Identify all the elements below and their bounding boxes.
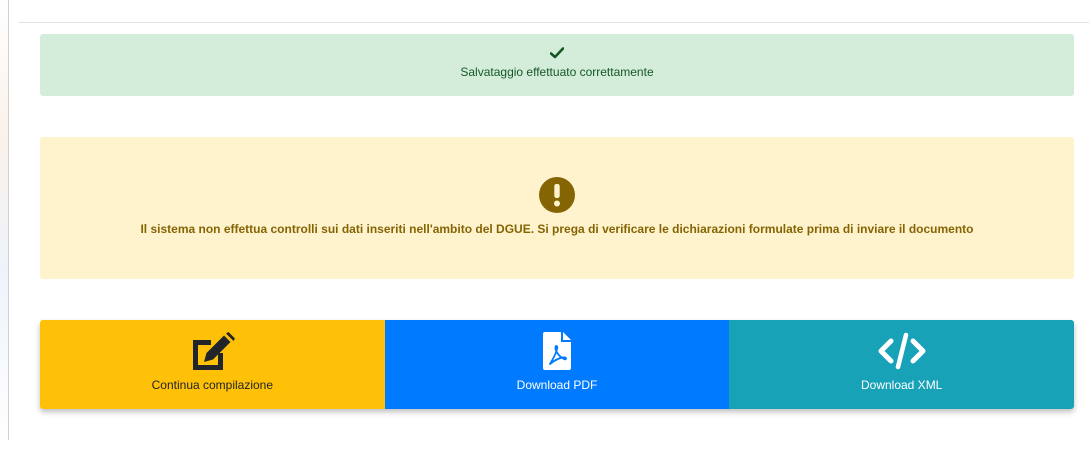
- download-xml-label: Download XML: [860, 378, 943, 392]
- continue-compilation-label: Continua compilazione: [151, 378, 274, 392]
- success-alert: Salvataggio effettuato correttamente: [40, 34, 1074, 96]
- left-border: [8, 0, 9, 440]
- left-watermark: [0, 0, 8, 449]
- warning-message: Il sistema non effettua controlli sui da…: [140, 222, 974, 236]
- download-xml-button[interactable]: Download XML: [729, 320, 1074, 409]
- download-pdf-label: Download PDF: [516, 378, 598, 392]
- download-pdf-button[interactable]: Download PDF: [384, 320, 730, 409]
- exclamation-circle-icon: [539, 177, 575, 213]
- file-pdf-icon: [543, 332, 571, 370]
- continue-compilation-button[interactable]: Continua compilazione: [40, 320, 385, 409]
- code-icon: [877, 332, 927, 370]
- edit-icon: [189, 332, 236, 370]
- warning-alert: Il sistema non effettua controlli sui da…: [40, 137, 1074, 279]
- success-message: Salvataggio effettuato correttamente: [460, 65, 654, 79]
- check-icon: [550, 47, 564, 59]
- action-bar: Continua compilazione Download PDF Downl…: [40, 320, 1074, 409]
